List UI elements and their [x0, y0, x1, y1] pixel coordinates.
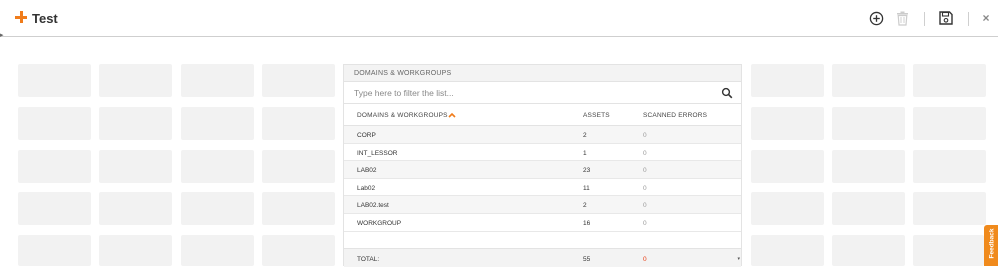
filter-bar [344, 82, 741, 104]
placeholder-tile [18, 64, 91, 97]
toolbar-divider [968, 12, 969, 26]
placeholder-tile [99, 107, 172, 140]
domain-name: Lab02 [357, 184, 376, 192]
placeholder-tile [181, 64, 254, 97]
domain-name: INT_LESSOR [357, 149, 398, 157]
table-header: DOMAINS & WORKGROUPS ASSETS SCANNED ERRO… [344, 104, 741, 126]
domains-panel: DOMAINS & WORKGROUPS DOMAINS & WORKGROUP… [343, 64, 742, 267]
table-row[interactable]: Lab02 11 0 [344, 179, 741, 197]
total-row: TOTAL: 55 0 ▾ [344, 248, 741, 267]
table-row[interactable]: CORP 2 0 [344, 126, 741, 144]
placeholder-tile [181, 235, 254, 266]
placeholder-tile [181, 107, 254, 140]
placeholder-tile [751, 235, 824, 266]
column-header-domain[interactable]: DOMAINS & WORKGROUPS [357, 112, 448, 119]
trash-icon [896, 11, 908, 26]
placeholder-tile [751, 192, 824, 225]
domain-list: CORP 2 0 INT_LESSOR 1 0 LAB02 23 0 Lab02… [344, 126, 741, 232]
placeholder-tile [913, 150, 986, 183]
placeholder-tile [262, 64, 335, 97]
add-circle-icon [869, 11, 883, 25]
placeholder-tile [751, 107, 824, 140]
column-header-assets[interactable]: ASSETS [583, 112, 610, 119]
table-row[interactable]: LAB02.test 2 0 [344, 196, 741, 214]
domain-name: LAB02.test [357, 202, 389, 210]
close-icon: × [982, 11, 990, 25]
placeholder-tile [18, 150, 91, 183]
placeholder-tile [18, 192, 91, 225]
page-title: Test [32, 11, 58, 26]
placeholder-tile [832, 235, 905, 266]
placeholder-tile [751, 150, 824, 183]
table-row[interactable]: WORKGROUP 16 0 [344, 214, 741, 232]
feedback-label: Feedback [988, 228, 996, 259]
domain-name: LAB02 [357, 167, 377, 175]
filter-input[interactable] [344, 82, 704, 103]
asset-count: 2 [583, 132, 587, 139]
total-errors: 0 [643, 256, 647, 263]
placeholder-tile [832, 150, 905, 183]
feedback-tab[interactable]: Feedback [984, 225, 998, 266]
placeholder-tile [99, 235, 172, 266]
placeholder-tile [99, 192, 172, 225]
column-header-errors[interactable]: SCANNED ERRORS [643, 112, 707, 119]
asset-count: 23 [583, 167, 591, 175]
save-button[interactable] [937, 8, 955, 28]
placeholder-tile [262, 235, 335, 266]
placeholder-tile [18, 107, 91, 140]
placeholder-tile [832, 192, 905, 225]
save-icon [939, 11, 953, 25]
sort-ascending-icon[interactable] [448, 112, 456, 118]
chevron-right-icon[interactable]: ▸ [0, 32, 6, 40]
placeholder-tile [913, 107, 986, 140]
placeholder-tile [913, 192, 986, 225]
search-icon[interactable] [721, 87, 733, 99]
placeholder-tile [832, 107, 905, 140]
total-assets: 55 [583, 256, 591, 263]
table-row[interactable]: INT_LESSOR 1 0 [344, 144, 741, 162]
placeholder-tile [832, 64, 905, 97]
add-icon[interactable] [15, 11, 27, 23]
error-count: 0 [643, 184, 647, 192]
error-count: 0 [643, 202, 647, 210]
table-row[interactable]: LAB02 23 0 [344, 161, 741, 179]
placeholder-tile [18, 235, 91, 266]
placeholder-tile [262, 192, 335, 225]
error-count: 0 [643, 149, 647, 157]
asset-count: 16 [583, 219, 591, 227]
placeholder-tile [99, 150, 172, 183]
error-count: 0 [643, 132, 647, 139]
add-circle-button[interactable] [867, 8, 885, 28]
panel-title: DOMAINS & WORKGROUPS [344, 65, 741, 82]
placeholder-tile [99, 64, 172, 97]
top-bar: Test × [0, 0, 998, 37]
toolbar-divider [924, 12, 925, 26]
placeholder-tile [913, 64, 986, 97]
placeholder-tile [181, 192, 254, 225]
placeholder-tile [913, 235, 984, 266]
error-count: 0 [643, 167, 647, 175]
close-button[interactable]: × [979, 8, 993, 28]
error-count: 0 [643, 219, 647, 227]
resize-handle-icon[interactable]: ▾ [737, 256, 740, 267]
domain-name: CORP [357, 132, 376, 139]
placeholder-tile [181, 150, 254, 183]
total-label: TOTAL: [357, 256, 380, 263]
domain-name: WORKGROUP [357, 219, 402, 227]
asset-count: 1 [583, 149, 587, 157]
delete-button[interactable] [893, 8, 911, 28]
asset-count: 11 [583, 184, 590, 192]
asset-count: 2 [583, 202, 587, 210]
placeholder-tile [262, 107, 335, 140]
placeholder-tile [751, 64, 824, 97]
placeholder-tile [262, 150, 335, 183]
